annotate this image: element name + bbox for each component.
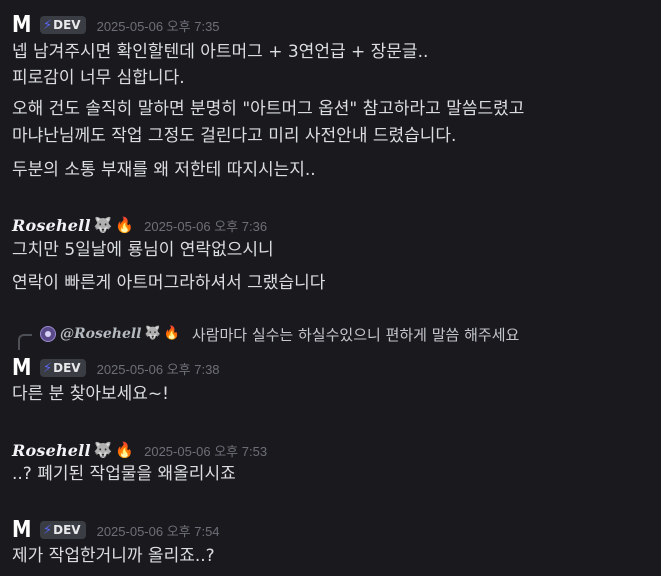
lightning-bolt-icon: ⚡ bbox=[43, 522, 53, 538]
message-header: M ⚡ DEV 2025-05-06 오후 7:35 bbox=[12, 12, 220, 38]
message-text: 두분의 소통 부재를 왜 저한테 따지시는지.. bbox=[12, 160, 316, 180]
reply-author[interactable]: @Rosehell bbox=[60, 326, 141, 342]
chat-log: M ⚡ DEV 2025-05-06 오후 7:35 넵 남겨주시면 확인할텐데… bbox=[0, 0, 661, 576]
role-badge[interactable]: ⚡ DEV bbox=[40, 359, 86, 377]
author-name[interactable]: M bbox=[12, 12, 31, 38]
message-text: 피로감이 너무 심합니다. bbox=[12, 68, 185, 88]
author-name[interactable]: M bbox=[12, 355, 31, 381]
message-header: M ⚡ DEV 2025-05-06 오후 7:38 bbox=[12, 355, 220, 381]
reply-text: 사람마다 실수는 하실수있으니 편하게 말씀 해주세요 bbox=[191, 325, 520, 344]
message-text: 제가 작업한거니까 올리죠..? bbox=[12, 546, 215, 566]
wolf-icon: 🐺 bbox=[93, 216, 113, 234]
badge-label: DEV bbox=[53, 523, 81, 537]
message-text: 그치만 5일날에 룡님이 연락없으시니 bbox=[12, 240, 274, 260]
timestamp[interactable]: 2025-05-06 오후 7:35 bbox=[97, 16, 220, 35]
timestamp[interactable]: 2025-05-06 오후 7:36 bbox=[144, 216, 267, 235]
wolf-icon: 🐺 bbox=[144, 326, 161, 341]
fire-icon: 🔥 bbox=[163, 326, 180, 341]
message-text: 마냐난님께도 작업 그정도 걸린다고 미리 사전안내 드렸습니다. bbox=[12, 126, 457, 146]
message-header: Rosehell 🐺 🔥 2025-05-06 오후 7:36 bbox=[12, 212, 267, 238]
badge-label: DEV bbox=[53, 18, 81, 32]
lightning-bolt-icon: ⚡ bbox=[43, 17, 53, 33]
timestamp[interactable]: 2025-05-06 오후 7:53 bbox=[144, 441, 267, 460]
wolf-icon: 🐺 bbox=[93, 441, 113, 459]
author-name[interactable]: Rosehell bbox=[12, 441, 91, 460]
badge-label: DEV bbox=[53, 361, 81, 375]
avatar bbox=[40, 326, 56, 342]
reply-preview[interactable]: @Rosehell 🐺 🔥 사람마다 실수는 하실수있으니 편하게 말씀 해주세… bbox=[40, 322, 519, 346]
message-text: ..? 폐기된 작업물을 왜올리시죠 bbox=[12, 464, 236, 484]
message-text: 연락이 빠른게 아트머그라하셔서 그랬습니다 bbox=[12, 273, 326, 293]
author-name[interactable]: Rosehell bbox=[12, 216, 91, 235]
timestamp[interactable]: 2025-05-06 오후 7:38 bbox=[97, 359, 220, 378]
message-text: 넵 남겨주시면 확인할텐데 아트머그 + 3연언급 + 장문글.. bbox=[12, 42, 429, 62]
message-header: M ⚡ DEV 2025-05-06 오후 7:54 bbox=[12, 517, 220, 543]
message-text: 다른 분 찾아보세요~! bbox=[12, 384, 169, 404]
role-badge[interactable]: ⚡ DEV bbox=[40, 521, 86, 539]
timestamp[interactable]: 2025-05-06 오후 7:54 bbox=[97, 521, 220, 540]
author-name[interactable]: M bbox=[12, 517, 31, 543]
reply-connector bbox=[18, 334, 32, 350]
lightning-bolt-icon: ⚡ bbox=[43, 360, 53, 376]
message-header: Rosehell 🐺 🔥 2025-05-06 오후 7:53 bbox=[12, 437, 267, 463]
fire-icon: 🔥 bbox=[115, 216, 135, 234]
fire-icon: 🔥 bbox=[115, 441, 135, 459]
message-text: 오해 건도 솔직히 말하면 분명히 "아트머그 옵션" 참고하라고 말씀드렸고 bbox=[12, 99, 525, 119]
role-badge[interactable]: ⚡ DEV bbox=[40, 16, 86, 34]
